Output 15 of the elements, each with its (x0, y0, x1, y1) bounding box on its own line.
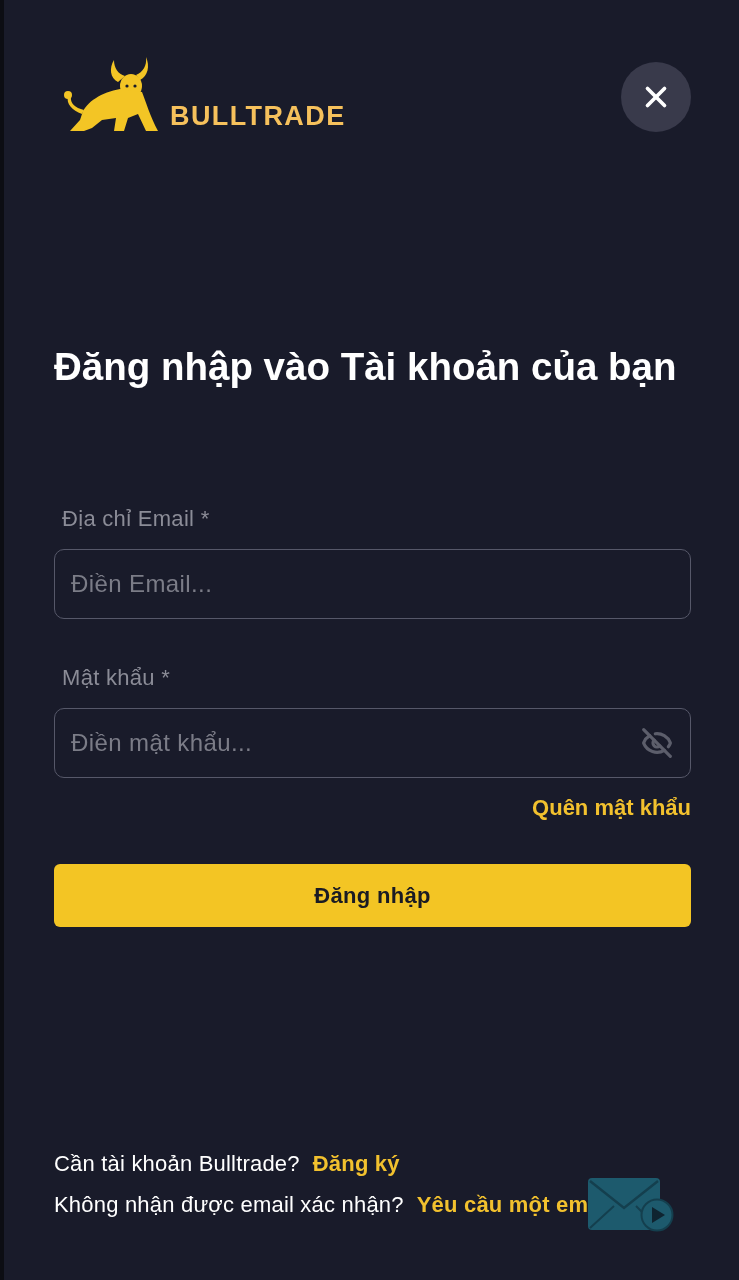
footer-text: Cần tài khoản Bulltrade? (54, 1151, 300, 1177)
forgot-password-link[interactable]: Quên mật khẩu (532, 795, 691, 821)
mail-widget-icon[interactable] (588, 1178, 675, 1232)
footer-text: Không nhận được email xác nhận? (54, 1192, 404, 1218)
bull-logo-icon (62, 56, 158, 132)
field-label: Mật khẩu * (62, 665, 172, 691)
field-label: Địa chỉ Email * (62, 506, 211, 532)
footer-link[interactable]: Đăng ký (312, 1151, 400, 1177)
eye-off-icon[interactable] (639, 725, 675, 761)
page-title: Đăng nhập vào Tài khoản của bạn (54, 344, 678, 390)
logo-text: BULLTRADE (170, 103, 346, 130)
login-button[interactable]: Đăng nhập (54, 864, 691, 927)
password-field[interactable]: Điền mật khẩu... (54, 708, 691, 778)
footer-link[interactable]: Yêu cầu một em (416, 1192, 589, 1218)
email-field[interactable]: Điền Email... (54, 549, 691, 619)
